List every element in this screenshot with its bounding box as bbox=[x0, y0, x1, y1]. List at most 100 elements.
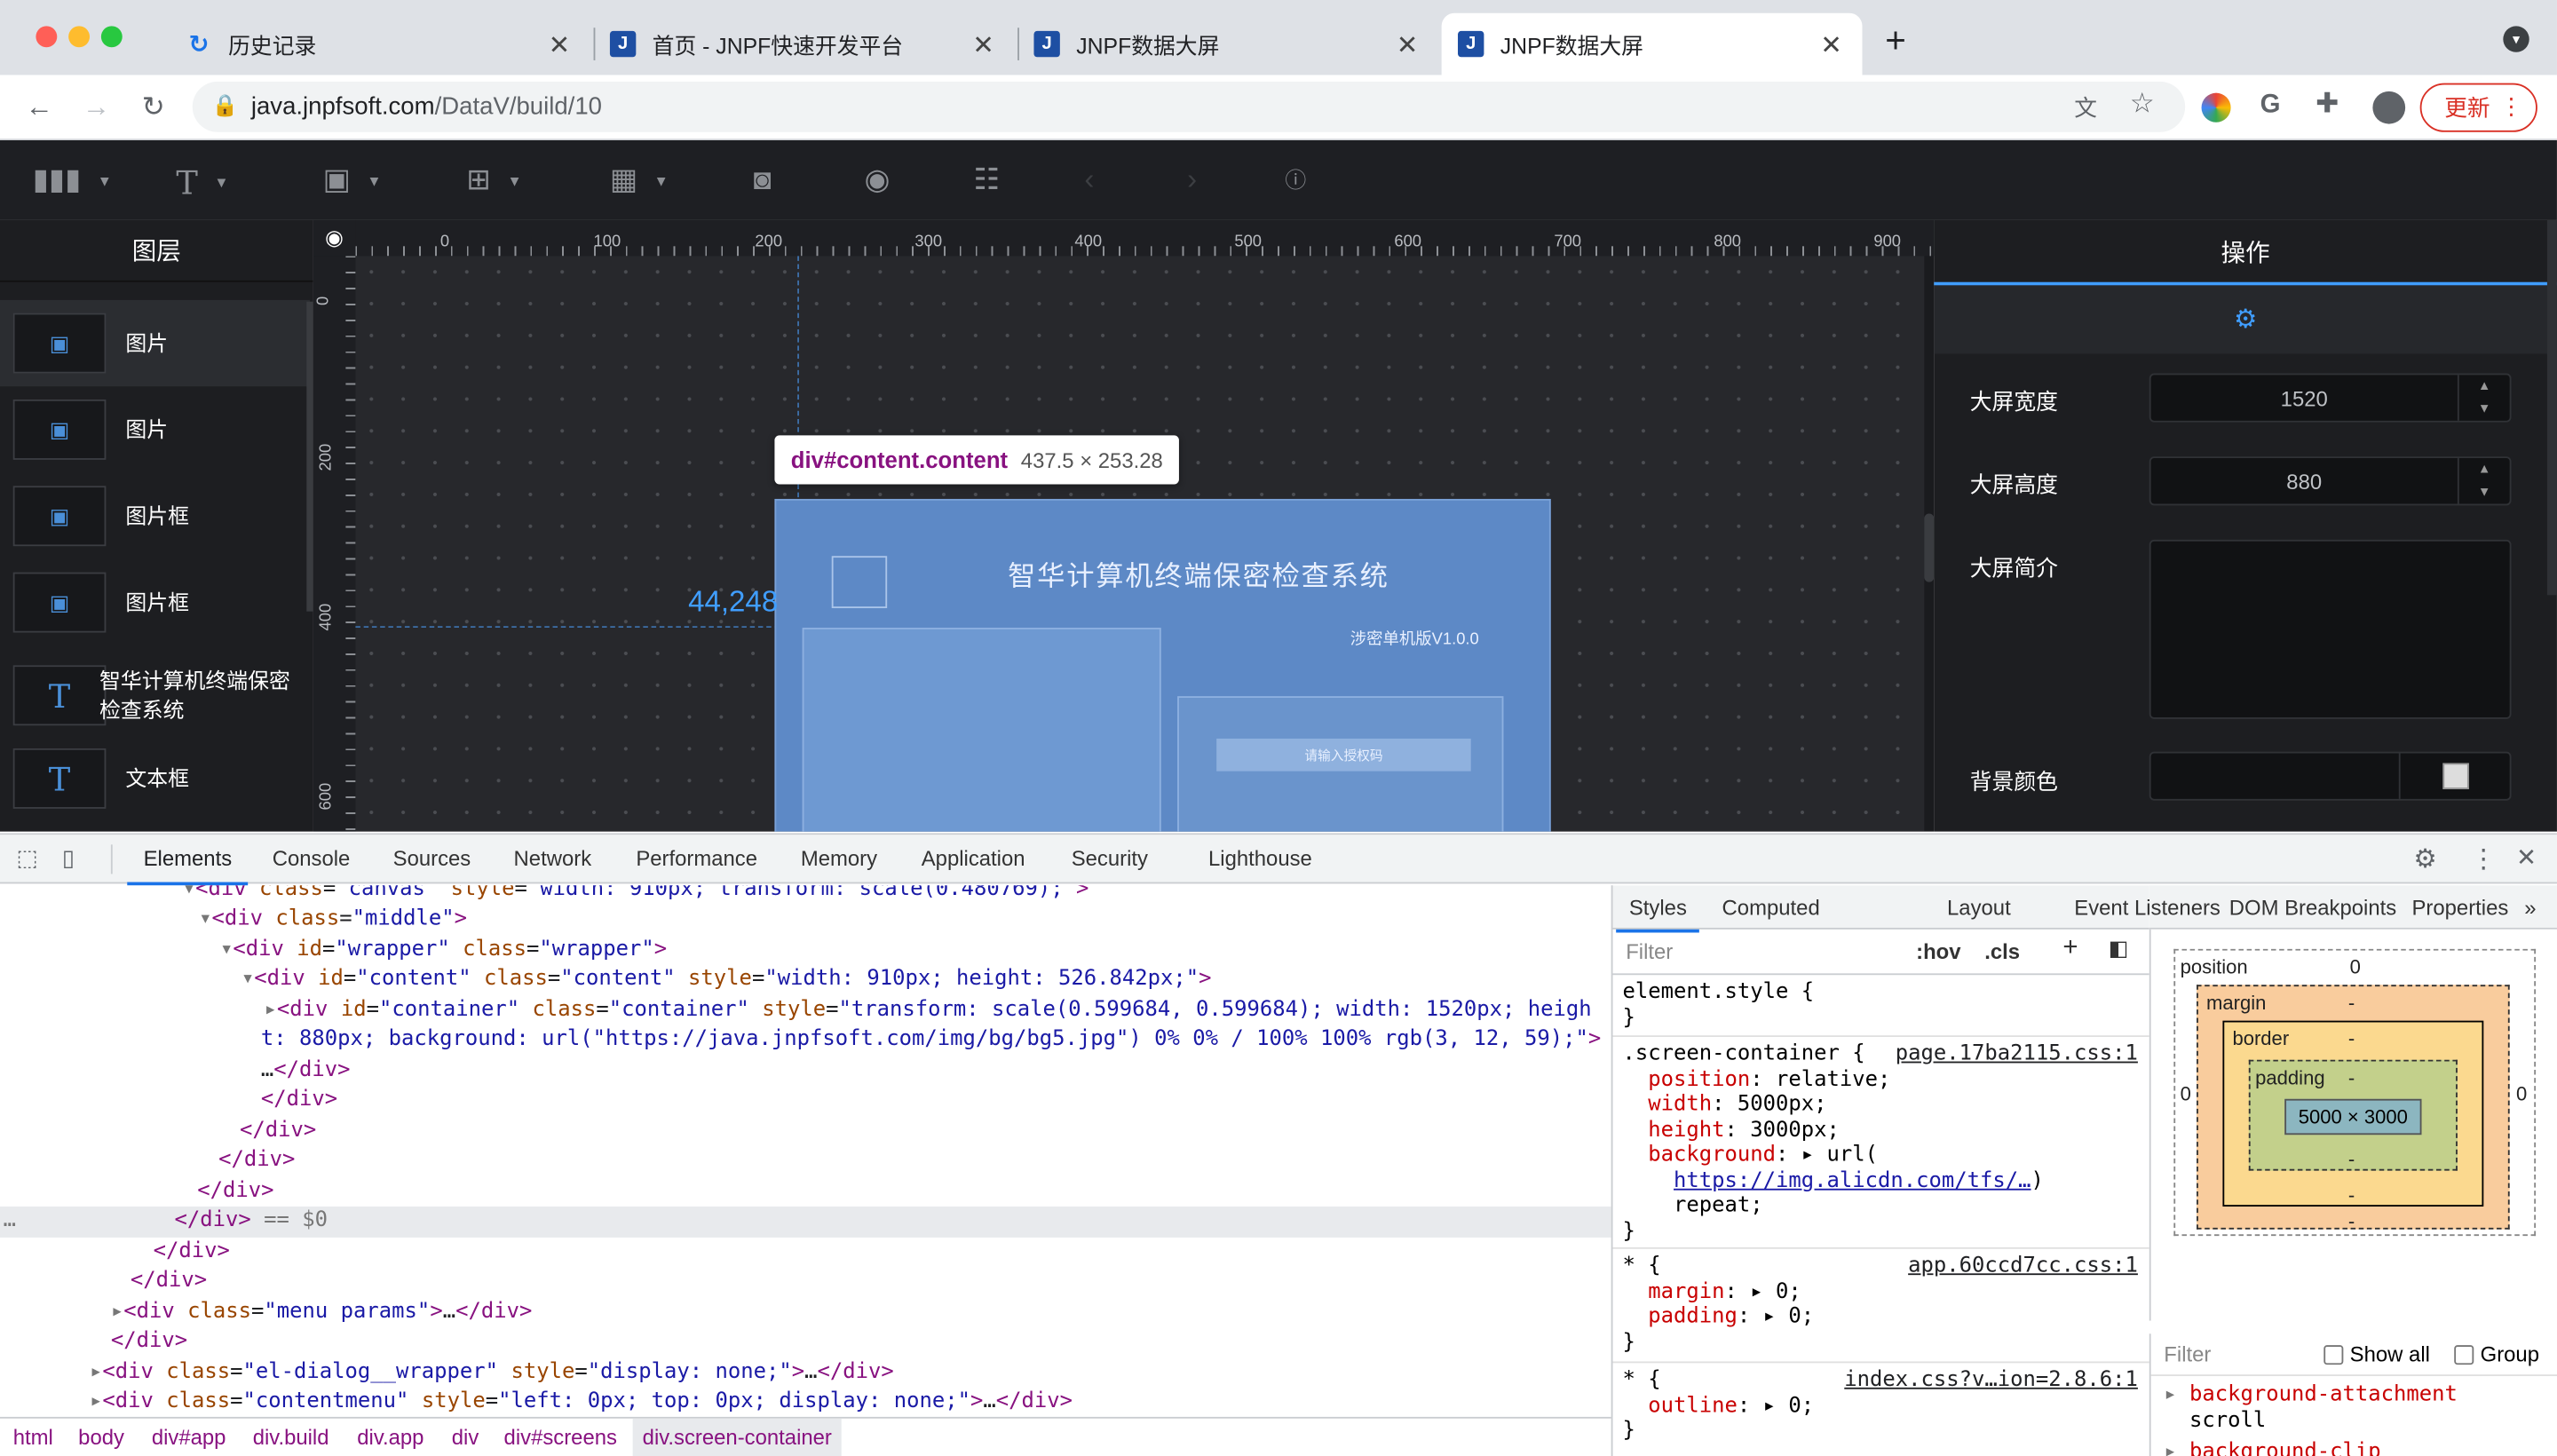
browser-tab-datav-active[interactable]: J JNPF数据大屏 ✕ bbox=[1441, 12, 1863, 75]
device-toolbar-icon[interactable]: ▯ bbox=[62, 844, 75, 872]
group-checkbox[interactable] bbox=[2454, 1345, 2474, 1365]
new-tab-button[interactable]: + bbox=[1885, 20, 1906, 62]
dom-node[interactable]: </div> bbox=[0, 1237, 1611, 1267]
stepper-icon[interactable]: ▲ ▼ bbox=[2457, 375, 2510, 421]
dom-node[interactable]: </div> bbox=[0, 1327, 1611, 1357]
tab-network[interactable]: Network bbox=[514, 846, 592, 871]
form-tool[interactable]: ☷ bbox=[974, 163, 1001, 198]
layer-scrollbar[interactable] bbox=[306, 301, 313, 612]
breadcrumb-item[interactable]: body bbox=[78, 1425, 124, 1450]
tab-memory[interactable]: Memory bbox=[801, 846, 877, 871]
redo-tool[interactable]: › bbox=[1187, 163, 1197, 198]
dom-node[interactable]: </div> bbox=[0, 1086, 1611, 1116]
close-tab-icon[interactable]: ✕ bbox=[969, 29, 998, 62]
show-all-checkbox[interactable] bbox=[2323, 1345, 2344, 1365]
tab-elements[interactable]: Elements bbox=[127, 846, 249, 886]
undo-tool[interactable]: ‹ bbox=[1084, 163, 1094, 198]
tab-performance[interactable]: Performance bbox=[636, 846, 757, 871]
profile-avatar-icon[interactable] bbox=[2372, 91, 2406, 124]
minimize-window-button[interactable] bbox=[68, 26, 91, 48]
subtab-layout[interactable]: Layout bbox=[1947, 895, 2011, 920]
stepper-icon[interactable]: ▲ ▼ bbox=[2457, 458, 2510, 504]
extension-g-icon[interactable]: G bbox=[2260, 91, 2281, 121]
screenshot-tool[interactable]: ◙ bbox=[754, 163, 772, 198]
image-tool[interactable]: ▣ ▼ bbox=[323, 163, 382, 198]
preview-tool[interactable]: ◉ bbox=[864, 163, 890, 198]
cls-toggle[interactable]: .cls bbox=[1984, 939, 2020, 964]
component-tool[interactable]: ⊞ ▼ bbox=[466, 163, 521, 198]
reload-icon[interactable]: ↻ bbox=[134, 88, 173, 127]
close-window-button[interactable] bbox=[36, 26, 58, 48]
color-picker-button[interactable] bbox=[2398, 753, 2510, 799]
layer-item[interactable]: ▣ 图片框 bbox=[0, 473, 310, 559]
tab-security[interactable]: Security bbox=[1072, 846, 1148, 871]
background-color-input[interactable] bbox=[2149, 751, 2512, 801]
tab-lighthouse[interactable]: Lighthouse bbox=[1208, 846, 1312, 871]
browser-tab-home[interactable]: J 首页 - JNPF快速开发平台 ✕ bbox=[594, 13, 1015, 75]
subtab-dom-breakpoints[interactable]: DOM Breakpoints bbox=[2229, 895, 2396, 920]
table-tool[interactable]: ▦ ▼ bbox=[610, 163, 669, 198]
dom-tree[interactable]: ▾<div class="canvas" style="width: 910px… bbox=[0, 885, 1611, 1417]
dom-node[interactable]: </div> bbox=[0, 1116, 1611, 1146]
more-tabs-icon[interactable]: » bbox=[2524, 895, 2536, 920]
forward-icon[interactable]: → bbox=[76, 88, 115, 127]
back-icon[interactable]: ← bbox=[20, 88, 59, 127]
layer-item[interactable]: T 文本框 bbox=[0, 735, 310, 821]
close-tab-icon[interactable]: ✕ bbox=[544, 29, 574, 62]
screen-preview[interactable]: 智华计算机终端保密检查系统 涉密单机版V1.0.0 请输入授权码 bbox=[774, 498, 1551, 832]
close-devtools-icon[interactable]: ✕ bbox=[2516, 843, 2537, 872]
breadcrumb-item[interactable]: div#screens bbox=[504, 1425, 617, 1450]
tab-sources[interactable]: Sources bbox=[393, 846, 471, 871]
dom-node[interactable]: </div> bbox=[0, 1146, 1611, 1176]
layer-item[interactable]: ▣ 图片框 bbox=[0, 559, 310, 645]
settings-tab[interactable]: ⚙ bbox=[1934, 285, 2557, 354]
operate-scrollbar[interactable] bbox=[2546, 219, 2557, 596]
close-tab-icon[interactable]: ✕ bbox=[1393, 29, 1422, 62]
screen-height-input[interactable]: 880 ▲ ▼ bbox=[2149, 456, 2512, 506]
more-menu-icon[interactable]: ⋮ bbox=[2471, 843, 2497, 875]
maximize-window-button[interactable] bbox=[100, 26, 123, 48]
dom-node[interactable]: ▾<div class="middle"> bbox=[0, 905, 1611, 935]
inspect-element-icon[interactable]: ⬚ bbox=[16, 844, 37, 872]
browser-tab-history[interactable]: ↻ 历史记录 ✕ bbox=[170, 13, 590, 75]
panel-resize-handle[interactable] bbox=[1924, 513, 1935, 582]
extensions-puzzle-icon[interactable]: ✚ bbox=[2316, 88, 2339, 121]
breadcrumb-item[interactable]: html bbox=[13, 1425, 53, 1450]
eye-icon[interactable]: ◉ bbox=[313, 219, 356, 257]
css-source-link[interactable]: app.60ccd7cc.css:1 bbox=[1908, 1254, 2138, 1278]
text-tool[interactable]: T ▼ bbox=[176, 163, 228, 202]
add-rule-icon[interactable]: + bbox=[2062, 934, 2078, 963]
breadcrumb-item[interactable]: div.app bbox=[357, 1425, 424, 1450]
design-canvas-area[interactable]: 0 100 200 300 400 500 600 700 800 900 ◉ … bbox=[313, 219, 1935, 832]
subtab-event-listeners[interactable]: Event Listeners bbox=[2074, 895, 2221, 920]
breadcrumb-item[interactable]: div bbox=[452, 1425, 479, 1450]
computed-item[interactable]: ▸ background-clip border-box bbox=[2164, 1440, 2555, 1456]
layer-item[interactable]: ▣ 图片 bbox=[0, 299, 310, 387]
dom-node[interactable]: ▸<div id="container" class="container" s… bbox=[0, 995, 1611, 1025]
close-tab-icon[interactable]: ✕ bbox=[1817, 29, 1846, 62]
extension-yuque-icon[interactable] bbox=[2201, 92, 2231, 123]
chart-tool[interactable]: ▮▮▮ ▼ bbox=[33, 163, 112, 198]
dom-node[interactable]: ▸<div class="contentmenu" style="left: 0… bbox=[0, 1388, 1611, 1417]
subtab-computed[interactable]: Computed bbox=[1722, 895, 1820, 920]
breadcrumb-item[interactable]: div.build bbox=[253, 1425, 329, 1450]
layer-item[interactable]: T 智华计算机终端保密检查系统 bbox=[0, 645, 310, 747]
browser-tab-datav[interactable]: J JNPF数据大屏 ✕ bbox=[1017, 13, 1438, 75]
css-source-link[interactable]: index.css?v…ion=2.8.6:1 bbox=[1844, 1368, 2138, 1393]
subtab-properties[interactable]: Properties bbox=[2411, 895, 2508, 920]
computed-item[interactable]: ▸ background-attachment scroll bbox=[2164, 1382, 2555, 1433]
hov-toggle[interactable]: :hov bbox=[1916, 939, 1960, 964]
address-bar[interactable]: 🔒 java.jnpfsoft.com/DataV/build/10 文 ☆ bbox=[192, 81, 2186, 132]
subtab-styles[interactable]: Styles bbox=[1615, 895, 1701, 933]
screen-intro-textarea[interactable] bbox=[2149, 539, 2512, 719]
update-button[interactable]: 更新 ⋮ bbox=[2419, 83, 2537, 132]
info-tool[interactable]: ⓘ bbox=[1285, 163, 1306, 194]
toggle-sidebar-icon[interactable]: ◧ bbox=[2109, 936, 2129, 961]
styles-filter-input[interactable]: Filter :hov .cls + ◧ bbox=[1612, 930, 2149, 976]
translate-icon[interactable]: 文 bbox=[2074, 91, 2097, 124]
dom-node[interactable]: </div> bbox=[0, 1267, 1611, 1297]
tab-console[interactable]: Console bbox=[273, 846, 351, 871]
breadcrumb-item-current[interactable]: div.screen-container bbox=[632, 1418, 842, 1456]
dom-node[interactable]: ▾<div id="content" class="content" style… bbox=[0, 965, 1611, 995]
dom-node[interactable]: </div> bbox=[0, 1176, 1611, 1207]
